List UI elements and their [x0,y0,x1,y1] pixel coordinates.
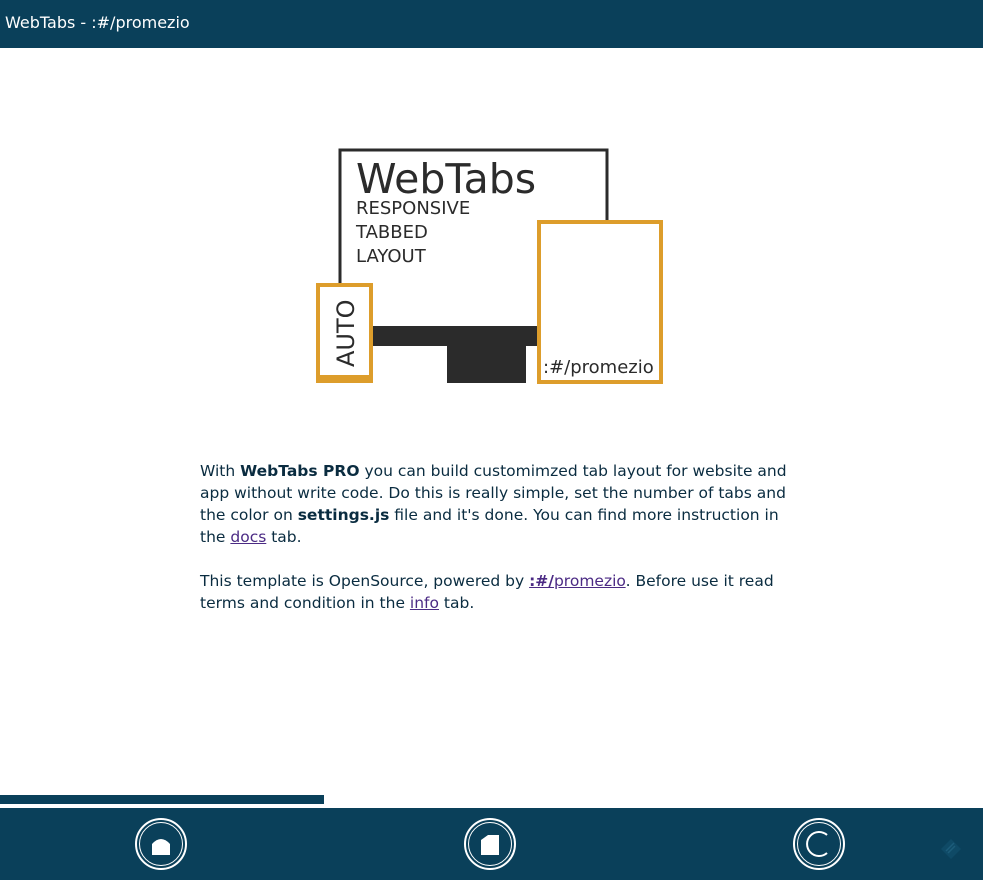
text-span: With [200,462,241,480]
intro-text: With WebTabs PRO you can build customimz… [200,460,800,614]
webtabs-logo: WebTabs RESPONSIVE TABBED LAYOUT AUTO :#… [316,148,663,384]
top-bar: WebTabs - :#/promezio [0,0,983,48]
promezio-link[interactable]: :#/promezio [529,572,626,590]
logo-line-responsive: RESPONSIVE [356,198,470,219]
app-window: WebTabs - :#/promezio WebTabs RESPONSIVE… [0,0,983,880]
logo-monitor-stand [447,346,526,383]
logo-auto-label: AUTO [332,299,360,367]
promezio-link-prefix: :#/ [529,572,554,590]
tab-progress-bar [0,795,324,804]
feather-icon[interactable] [938,836,964,862]
logo-wordmark: WebTabs [356,155,536,203]
nav-docs-button[interactable] [464,818,516,870]
copyright-icon [806,831,828,857]
text-span: This template is OpenSource, powered by [200,572,530,590]
logo-line-layout: LAYOUT [356,246,427,267]
brand-name: WebTabs PRO [240,462,360,480]
logo-brand-label: :#/promezio [543,357,654,378]
home-icon [152,839,170,855]
settings-file-name: settings.js [297,506,390,524]
docs-link[interactable]: docs [230,528,266,546]
intro-paragraph-1: With WebTabs PRO you can build customimz… [200,460,800,548]
logo-line-tabbed: TABBED [355,222,428,243]
info-link[interactable]: info [410,594,439,612]
nav-home-button[interactable] [135,818,187,870]
intro-paragraph-2: This template is OpenSource, powered by … [200,570,800,614]
text-span: tab. [439,594,475,612]
page-title: WebTabs - :#/promezio [5,13,190,32]
text-span: tab. [266,528,302,546]
logo-phone-base [316,375,373,383]
nav-info-button[interactable] [793,818,845,870]
document-icon [481,835,499,855]
promezio-link-name: promezio [553,572,626,590]
bottom-nav-bar [0,808,983,880]
